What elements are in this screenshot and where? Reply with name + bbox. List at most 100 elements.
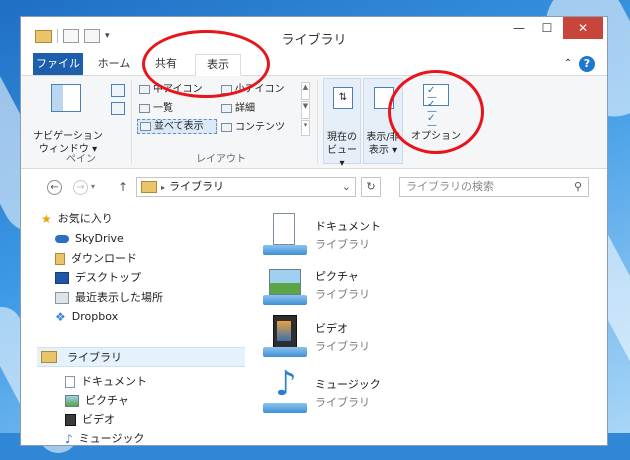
library-pictures[interactable]: ピクチャ ライブラリ <box>263 263 370 307</box>
details-icon <box>221 104 232 113</box>
nav-label: ダウンロード <box>71 252 137 265</box>
library-music[interactable]: ♪ ミュージック ライブラリ <box>263 367 381 415</box>
layout-scroll-up[interactable]: ▲ <box>301 82 310 100</box>
layout-option-label: コンテンツ <box>235 122 285 133</box>
library-name: ドキュメント <box>315 220 381 233</box>
address-dropdown-icon[interactable]: ⌄ <box>342 178 351 196</box>
nav-label: ピクチャ <box>85 394 129 407</box>
navigation-pane-button[interactable] <box>51 84 91 114</box>
breadcrumb-libraries[interactable]: ライブラリ <box>169 180 224 193</box>
tab-home[interactable]: ホーム <box>93 54 135 74</box>
details-pane-icon[interactable] <box>111 102 125 115</box>
library-documents[interactable]: ドキュメント ライブラリ <box>263 213 381 257</box>
forward-button[interactable]: → <box>73 180 88 195</box>
layout-group-label: レイアウト <box>196 154 246 165</box>
layout-option-label: 詳細 <box>235 103 255 114</box>
recent-places-icon <box>55 292 69 304</box>
ribbon-divider <box>317 80 318 164</box>
navigation-pane-icon <box>51 84 81 112</box>
dropbox-icon: ❖ <box>55 310 66 324</box>
address-bar: ← → ▾ ↑ ▸ ライブラリ ⌄ ↻ ライブラリの検索 ⚲ <box>21 173 607 203</box>
minimize-button[interactable]: — <box>505 17 533 39</box>
nav-libraries[interactable]: ライブラリ <box>37 347 245 367</box>
library-type: ライブラリ <box>315 340 370 353</box>
pictures-icon <box>65 395 79 407</box>
search-placeholder: ライブラリの検索 <box>406 180 494 193</box>
nav-dropbox[interactable]: ❖ Dropbox <box>55 308 118 326</box>
library-name: ミュージック <box>315 378 381 391</box>
recent-locations-icon[interactable]: ▾ <box>91 182 95 191</box>
layout-scroll-down[interactable]: ▼ <box>301 101 310 119</box>
nav-label: ビデオ <box>82 413 115 426</box>
collapse-ribbon-icon[interactable]: ⌃ <box>561 54 575 74</box>
ribbon-divider <box>131 80 132 164</box>
layout-content[interactable]: コンテンツ <box>221 120 285 135</box>
layout-option-label: 並べて表示 <box>154 121 204 132</box>
breadcrumb-separator[interactable]: ▸ <box>161 183 165 192</box>
nav-label: お気に入り <box>57 212 113 225</box>
nav-videos[interactable]: ビデオ <box>65 411 115 429</box>
desktop-icon <box>55 272 69 284</box>
content-icon <box>221 123 232 132</box>
current-view-button[interactable]: ⇅ 現在の ビュー ▾ <box>323 78 361 169</box>
library-videos[interactable]: ビデオ ライブラリ <box>263 315 370 359</box>
nav-skydrive[interactable]: SkyDrive <box>55 230 124 248</box>
videos-library-icon <box>263 315 307 359</box>
videos-icon <box>65 414 76 426</box>
library-list: ドキュメント ライブラリ ピクチャ ライブラリ ビデオ ライブラリ ♪ ミュージ… <box>253 207 603 447</box>
nav-label: ドキュメント <box>81 375 147 388</box>
library-type: ライブラリ <box>315 288 370 301</box>
library-type: ライブラリ <box>315 238 370 251</box>
address-field[interactable]: ▸ ライブラリ ⌄ <box>136 177 356 197</box>
help-icon[interactable]: ? <box>579 56 595 72</box>
libraries-folder-icon <box>41 351 57 363</box>
layout-list[interactable]: 一覧 <box>139 101 173 116</box>
up-button[interactable]: ↑ <box>118 180 128 194</box>
nav-pictures[interactable]: ピクチャ <box>65 392 129 410</box>
navigation-pane: ★ お気に入り SkyDrive ダウンロード デスクトップ 最近表示した場所 … <box>21 207 247 447</box>
library-name: ビデオ <box>315 322 348 335</box>
layout-tiles[interactable]: 並べて表示 <box>137 119 217 134</box>
nav-favorites[interactable]: ★ お気に入り <box>41 210 113 228</box>
search-input[interactable]: ライブラリの検索 ⚲ <box>399 177 589 197</box>
title-bar: ▾ ライブラリ — ☐ ✕ <box>21 17 607 53</box>
library-type: ライブラリ <box>315 396 370 409</box>
ribbon-tabs: ファイル ホーム 共有 表示 ⌃ ? <box>21 53 607 76</box>
annotation-ring-options <box>388 70 484 154</box>
nav-label: SkyDrive <box>75 232 124 245</box>
nav-documents[interactable]: ドキュメント <box>65 373 147 391</box>
nav-label: デスクトップ <box>75 271 141 284</box>
documents-icon <box>65 376 75 388</box>
layout-details[interactable]: 詳細 <box>221 101 255 116</box>
nav-downloads[interactable]: ダウンロード <box>55 250 137 268</box>
sort-icon: ⇅ <box>333 87 353 109</box>
search-icon[interactable]: ⚲ <box>574 178 582 196</box>
layout-option-label: 一覧 <box>153 103 173 114</box>
ribbon: ナビゲーション ウィンドウ ▾ ペイン 中アイコン 小アイコン 一覧 詳細 並べ… <box>21 76 607 169</box>
tab-file[interactable]: ファイル <box>33 53 83 75</box>
medium-icons-icon <box>139 85 150 94</box>
documents-library-icon <box>263 213 307 257</box>
annotation-ring-tabs <box>142 30 270 98</box>
nav-label: 最近表示した場所 <box>75 291 163 304</box>
star-icon: ★ <box>41 212 52 226</box>
pictures-library-icon <box>263 263 307 307</box>
music-library-icon: ♪ <box>263 367 307 415</box>
back-button[interactable]: ← <box>47 180 62 195</box>
library-folder-icon <box>141 181 157 193</box>
close-button[interactable]: ✕ <box>563 17 603 39</box>
nav-recent-places[interactable]: 最近表示した場所 <box>55 289 163 307</box>
nav-label: Dropbox <box>71 310 119 323</box>
refresh-button[interactable]: ↻ <box>361 177 381 197</box>
cloud-icon <box>55 235 69 243</box>
current-view-label: 現在の ビュー ▾ <box>327 132 357 169</box>
preview-pane-icon[interactable] <box>111 84 125 97</box>
nav-label: ライブラリ <box>67 351 122 364</box>
tiles-icon <box>140 122 151 131</box>
explorer-window: ▾ ライブラリ — ☐ ✕ ファイル ホーム 共有 表示 ⌃ ? ナビゲーション… <box>20 16 608 446</box>
list-icon <box>139 104 150 113</box>
library-name: ピクチャ <box>315 270 359 283</box>
layout-expand[interactable]: ▾ <box>301 120 310 136</box>
maximize-button[interactable]: ☐ <box>533 17 561 39</box>
nav-desktop[interactable]: デスクトップ <box>55 269 141 287</box>
